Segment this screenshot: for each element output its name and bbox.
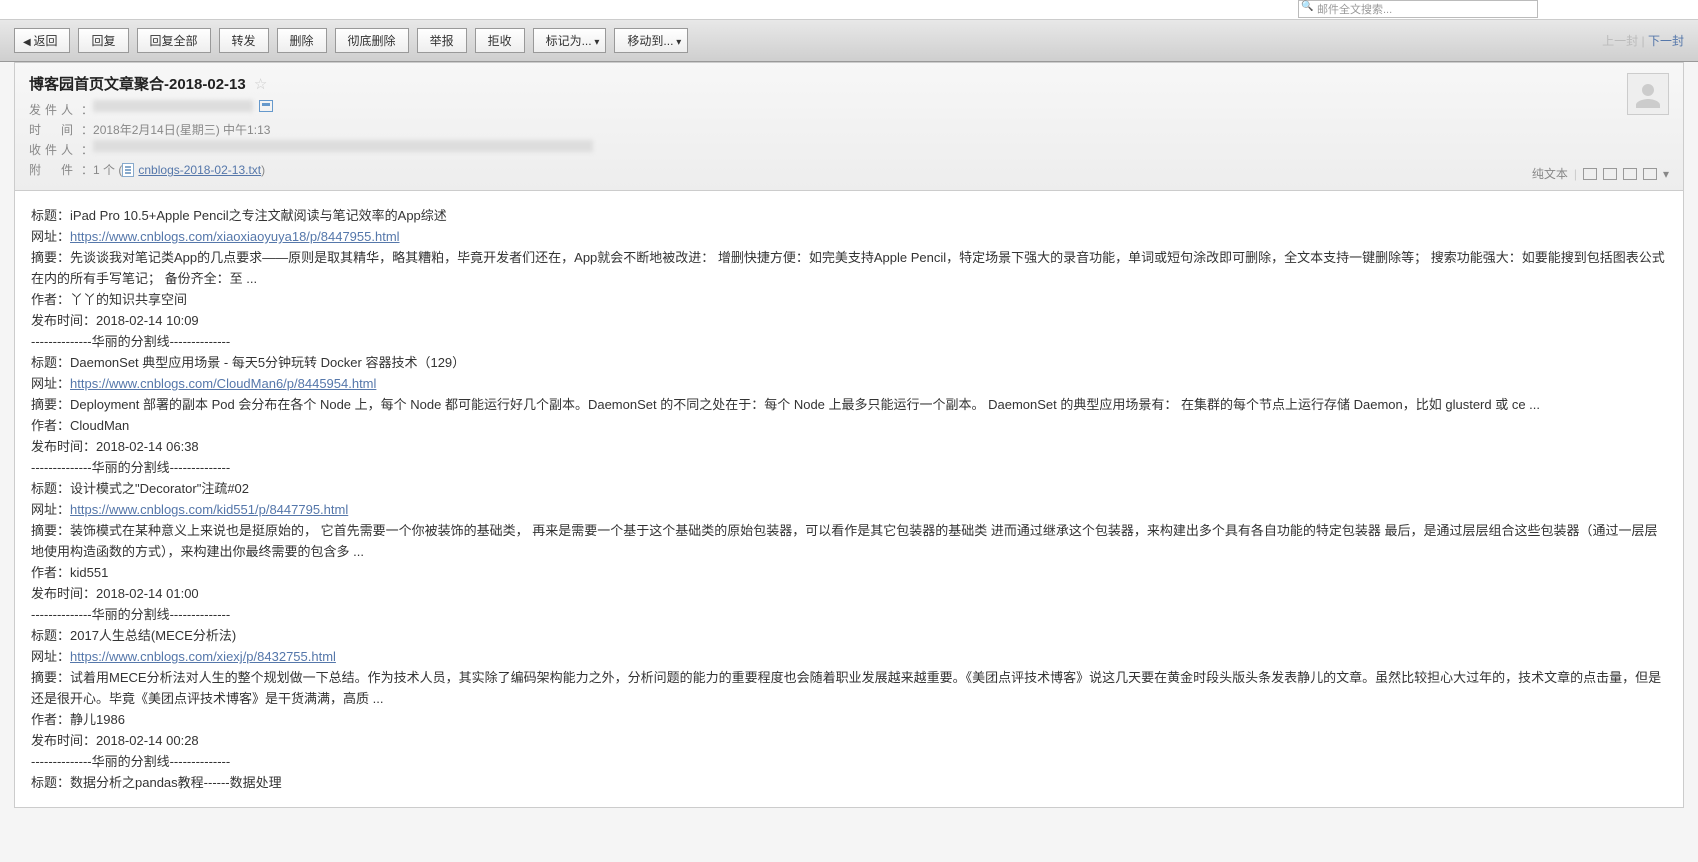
move-to-dropdown[interactable]: 移动到...: [614, 28, 688, 53]
top-search-bar: 邮件全文搜索...: [0, 0, 1698, 20]
article-url[interactable]: https://www.cnblogs.com/xiaoxiaoyuya18/p…: [70, 229, 400, 244]
mark-as-dropdown[interactable]: 标记为...: [533, 28, 607, 53]
report-button[interactable]: 举报: [417, 28, 467, 53]
plain-text-toggle[interactable]: 纯文本: [1532, 165, 1568, 182]
mail-header: 博客园首页文章聚合-2018-02-13 ☆ 发件人： 时 间： 2018年2月…: [14, 62, 1684, 191]
article-summary: 装饰模式在某种意义上来说也是挺原始的， 它首先需要一个你被装饰的基础类， 再来是…: [31, 523, 1657, 559]
avatar: [1627, 73, 1669, 115]
delete-forever-button[interactable]: 彻底删除: [335, 28, 409, 53]
article-author: 丫丫的知识共享空间: [70, 292, 187, 307]
mail-body: 标题：iPad Pro 10.5+Apple Pencil之专注文献阅读与笔记效…: [14, 191, 1684, 808]
prev-mail-link: 上一封: [1602, 34, 1638, 48]
from-value: [93, 100, 253, 112]
article-url[interactable]: https://www.cnblogs.com/kid551/p/8447795…: [70, 502, 348, 517]
title-label: 标题：: [31, 208, 70, 223]
summary-label: 摘要：: [31, 250, 70, 265]
article-summary: Deployment 部署的副本 Pod 会分布在各个 Node 上，每个 No…: [70, 397, 1540, 412]
reply-all-button[interactable]: 回复全部: [137, 28, 211, 53]
forward-button[interactable]: 转发: [219, 28, 269, 53]
article-url[interactable]: https://www.cnblogs.com/xiexj/p/8432755.…: [70, 649, 336, 664]
article-title: iPad Pro 10.5+Apple Pencil之专注文献阅读与笔记效率的A…: [70, 208, 447, 223]
divider: --------------华丽的分割线--------------: [31, 457, 1667, 478]
divider: --------------华丽的分割线--------------: [31, 604, 1667, 625]
back-button[interactable]: 返回: [14, 28, 70, 53]
divider: --------------华丽的分割线--------------: [31, 331, 1667, 352]
toolbar: 返回 回复 回复全部 转发 删除 彻底删除 举报 拒收 标记为... 移动到..…: [0, 20, 1698, 62]
header-tools: 纯文本 | ▾: [1532, 165, 1669, 182]
vcard-icon[interactable]: [259, 100, 273, 112]
mail-subject: 博客园首页文章聚合-2018-02-13 ☆: [29, 73, 1669, 94]
pubtime-label: 发布时间：: [31, 313, 96, 328]
subject-text: 博客园首页文章聚合-2018-02-13: [29, 76, 246, 93]
article-title: 数据分析之pandas教程------数据处理: [70, 775, 282, 790]
author-label: 作者：: [31, 292, 70, 307]
next-mail-link[interactable]: 下一封: [1648, 34, 1684, 48]
article-title: 设计模式之"Decorator"注疏#02: [70, 481, 249, 496]
article-pubtime: 2018-02-14 10:09: [96, 313, 199, 328]
article-author: kid551: [70, 565, 108, 580]
article-title: DaemonSet 典型应用场景 - 每天5分钟玩转 Docker 容器技术（1…: [70, 355, 465, 370]
to-label: 收件人: [29, 140, 81, 160]
article-pubtime: 2018-02-14 06:38: [96, 439, 199, 454]
file-icon: [122, 163, 134, 177]
tool-icon-3[interactable]: [1623, 168, 1637, 180]
article-pubtime: 2018-02-14 00:28: [96, 733, 199, 748]
divider: --------------华丽的分割线--------------: [31, 751, 1667, 772]
article-pubtime: 2018-02-14 01:00: [96, 586, 199, 601]
article-summary: 试着用MECE分析法对人生的整个规划做一下总结。作为技术人员，其实除了编码架构能…: [31, 670, 1661, 706]
search-input[interactable]: 邮件全文搜索...: [1298, 0, 1538, 18]
reply-button[interactable]: 回复: [78, 28, 128, 53]
star-icon[interactable]: ☆: [254, 76, 267, 93]
nav-pager: 上一封 | 下一封: [1602, 32, 1684, 49]
search-placeholder: 邮件全文搜索...: [1317, 4, 1392, 16]
to-value: [93, 140, 593, 152]
time-label: 时 间: [29, 120, 81, 140]
delete-button[interactable]: 删除: [277, 28, 327, 53]
tool-icon-1[interactable]: [1583, 168, 1597, 180]
chevron-down-icon[interactable]: ▾: [1663, 167, 1669, 181]
attach-label: 附 件: [29, 160, 81, 180]
url-label: 网址：: [31, 229, 70, 244]
reject-button[interactable]: 拒收: [475, 28, 525, 53]
article-summary: 先谈谈我对笔记类App的几点要求——原则是取其精华，略其糟粕，毕竟开发者们还在，…: [31, 250, 1665, 286]
article-author: CloudMan: [70, 418, 129, 433]
attach-count: 1 个 (: [93, 160, 122, 180]
tool-icon-2[interactable]: [1603, 168, 1617, 180]
article-url[interactable]: https://www.cnblogs.com/CloudMan6/p/8445…: [70, 376, 376, 391]
article-title: 2017人生总结(MECE分析法): [70, 628, 236, 643]
attachment-name: cnblogs-2018-02-13.txt: [138, 160, 261, 180]
attachment-link[interactable]: cnblogs-2018-02-13.txt: [122, 160, 261, 180]
article-author: 静儿1986: [70, 712, 125, 727]
tool-icon-4[interactable]: [1643, 168, 1657, 180]
from-label: 发件人: [29, 100, 81, 120]
time-value: 2018年2月14日(星期三) 中午1:13: [93, 120, 270, 140]
